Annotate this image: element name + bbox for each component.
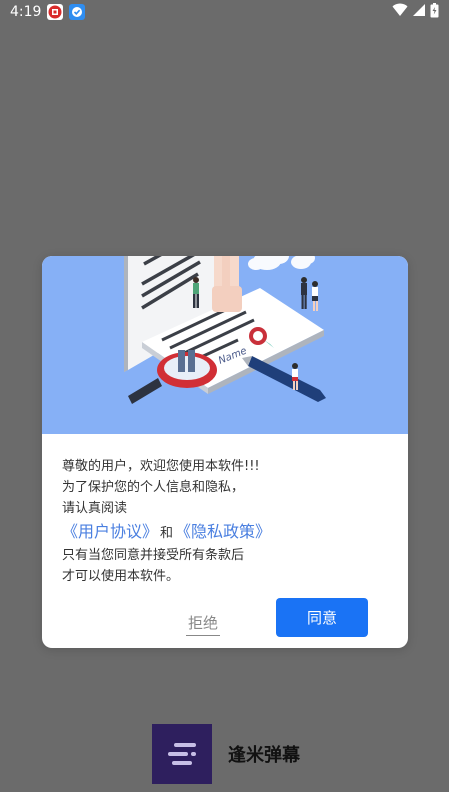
read-carefully-line: 请认真阅读 xyxy=(62,501,128,516)
privacy-policy-link[interactable]: 《隐私政策》 xyxy=(175,519,271,545)
status-time: 4:19 xyxy=(10,4,42,20)
agreement-message: 尊敬的用户，欢迎您使用本软件!!! 为了保护您的个人信息和隐私， 请认真阅读 《… xyxy=(62,456,392,587)
policy-links-line: 《用户协议》 和 《隐私政策》 xyxy=(62,519,392,545)
status-bar: 4:19 xyxy=(0,0,449,24)
notification-app-blue-icon xyxy=(69,4,86,20)
agreement-document-illustration: Name xyxy=(42,256,408,434)
consent-line: 只有当您同意并接受所有条款后 xyxy=(62,548,245,563)
signal-icon xyxy=(412,3,426,21)
reject-button[interactable]: 拒绝 xyxy=(186,612,220,636)
privacy-agreement-dialog: Name 尊敬的用户，欢迎您使用本软件!!! 为了保护您的个人信息和隐私， 请认… xyxy=(42,256,408,648)
wifi-icon xyxy=(392,3,408,21)
app-name: 逢米弹幕 xyxy=(228,745,300,766)
status-right xyxy=(392,2,439,22)
battery-icon xyxy=(430,2,439,22)
splash-brand: 逢米弹幕 xyxy=(152,724,300,784)
status-left: 4:19 xyxy=(10,4,86,20)
welcome-line: 尊敬的用户，欢迎您使用本软件!!! xyxy=(62,459,260,474)
notification-app-red-icon xyxy=(47,4,64,20)
privacy-line: 为了保护您的个人信息和隐私， xyxy=(62,480,245,495)
danmaku-lines-icon xyxy=(152,724,212,784)
agree-button[interactable]: 同意 xyxy=(276,598,368,637)
and-text: 和 xyxy=(160,526,174,541)
user-agreement-link[interactable]: 《用户协议》 xyxy=(62,519,158,545)
usage-line: 才可以使用本软件。 xyxy=(62,569,180,584)
